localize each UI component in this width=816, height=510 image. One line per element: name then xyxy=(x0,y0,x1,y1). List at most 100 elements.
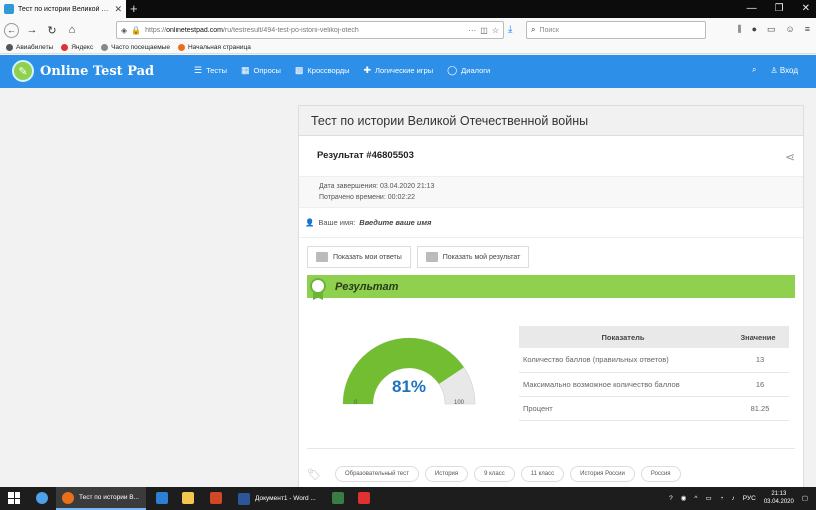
medal-icon xyxy=(310,278,326,300)
checklist-icon: ☰ xyxy=(194,65,203,75)
row-label: Процент xyxy=(519,396,727,421)
volume-icon[interactable]: ♪ xyxy=(732,495,735,502)
result-section-bar: Результат xyxy=(307,275,795,300)
extension-icon[interactable]: ● xyxy=(752,24,757,35)
taskbar-app-firefox[interactable]: Тест по истории В... xyxy=(56,487,146,510)
tag-list: 🏷 Образовательный тест История 9 класс 1… xyxy=(307,466,681,482)
page-actions-icon[interactable]: ··· xyxy=(468,26,476,35)
battery-icon[interactable]: ▭ xyxy=(705,494,711,502)
account-icon[interactable]: ☺ xyxy=(786,24,795,35)
reload-icon[interactable]: ↻ xyxy=(45,23,59,37)
search-placeholder: Поиск xyxy=(539,26,559,34)
word-icon xyxy=(238,492,250,505)
pocket-icon[interactable]: ◫ xyxy=(480,26,488,35)
yandex-icon xyxy=(61,44,69,51)
download-icon[interactable]: ⤓ xyxy=(508,24,512,35)
folder-icon[interactable] xyxy=(182,492,194,504)
clock-date: 03.04.2020 xyxy=(763,499,794,505)
powerpoint-icon[interactable] xyxy=(210,492,222,504)
menu-item-dialogs[interactable]: ◯ Диалоги xyxy=(447,65,490,76)
shield-icon: ◈ xyxy=(121,25,128,35)
url-bar[interactable]: ◈ 🔒 https://onlinetestpad.com/ru/testres… xyxy=(116,21,504,39)
site-search-icon[interactable]: ⌕ xyxy=(752,65,756,75)
bookmark-star-icon[interactable]: ☆ xyxy=(492,26,499,35)
maximize-icon[interactable]: ❐ xyxy=(775,0,784,18)
close-window-icon[interactable]: ✕ xyxy=(802,0,810,18)
search-icon[interactable] xyxy=(36,492,48,504)
tag-item[interactable]: 11 класс xyxy=(520,466,565,482)
row-value: 81.25 xyxy=(727,396,789,421)
chat-icon: ◯ xyxy=(447,65,458,75)
menu-item-logic-games[interactable]: ✚ Логические игры xyxy=(363,65,433,76)
close-tab-icon[interactable]: ✕ xyxy=(114,4,122,15)
bookmark-item[interactable]: Авиабилеты xyxy=(6,44,53,51)
divider xyxy=(307,448,795,449)
show-hidden-icons[interactable]: ^ xyxy=(694,495,697,502)
tag-item[interactable]: Образовательный тест xyxy=(334,466,419,482)
share-icon[interactable]: ⋖ xyxy=(785,150,795,164)
bookmark-item[interactable]: Яндекс xyxy=(61,44,93,51)
table-row: Количество баллов (правильных ответов) 1… xyxy=(519,348,789,373)
time-spent-row: Потрачено времени: 00:02:22 xyxy=(319,194,415,201)
score-gauge: 81% xyxy=(342,337,476,405)
new-tab-icon[interactable]: + xyxy=(130,1,138,16)
home-icon[interactable]: ⌂ xyxy=(65,23,79,37)
result-heading: Результат xyxy=(335,280,399,293)
back-icon[interactable]: ← xyxy=(4,22,19,38)
comment-icon xyxy=(316,252,328,262)
tray-app-icon[interactable]: ◉ xyxy=(681,494,687,502)
gauge-max-label: 100 xyxy=(454,400,465,406)
user-name-field[interactable]: Введите ваше имя xyxy=(359,218,431,227)
network-icon[interactable]: ◔ xyxy=(720,495,724,502)
finish-date-row: Дата завершения: 03.04.2020 21:13 xyxy=(319,183,435,190)
window-controls: — ❐ ✕ xyxy=(747,0,810,18)
yandex-icon[interactable] xyxy=(358,492,370,504)
windows-start-icon[interactable] xyxy=(8,492,20,504)
site-header: ✎ Online Test Pad ☰ Тесты ▦ Опросы ▩ Кроссв… xyxy=(0,55,816,88)
show-result-button[interactable]: Показать мой результат xyxy=(416,246,530,268)
menu-item-crosswords[interactable]: ▩ Кроссворды xyxy=(295,65,350,76)
tag-item[interactable]: История России xyxy=(570,466,635,482)
help-icon[interactable]: ? xyxy=(669,495,673,502)
browser-tab[interactable]: Тест по истории Великой Оте ✕ xyxy=(0,0,126,18)
row-label: Максимально возможное количество баллов xyxy=(519,372,727,397)
menu-item-tests[interactable]: ☰ Тесты xyxy=(194,65,227,76)
globe-icon xyxy=(6,44,13,51)
browser-toolbar: ⫼ ● ▭ ☺ ≡ xyxy=(737,24,810,35)
app-icon[interactable] xyxy=(332,492,344,504)
forward-icon[interactable]: → xyxy=(25,23,39,37)
sidebar-icon[interactable]: ▭ xyxy=(767,24,776,35)
clock[interactable]: 21:13 03.04.2020 xyxy=(764,490,794,506)
clock-time: 21:13 xyxy=(771,491,787,497)
site-favicon-icon xyxy=(4,4,14,14)
tag-item[interactable]: Россия xyxy=(640,466,681,482)
url-text[interactable]: https://onlinetestpad.com/ru/testresult/… xyxy=(145,27,464,34)
menu-item-surveys[interactable]: ▦ Опросы xyxy=(241,65,281,76)
bookmark-item[interactable]: Начальная страница xyxy=(177,44,251,51)
tag-item[interactable]: 9 класс xyxy=(474,466,515,482)
table-row: Процент 81.25 xyxy=(519,396,789,421)
taskbar: Тест по истории В... Документ1 - Word ..… xyxy=(0,487,816,510)
notifications-icon[interactable]: ▢ xyxy=(802,494,808,502)
gauge-percent: 81% xyxy=(392,377,426,396)
gear-icon xyxy=(101,44,109,51)
language-indicator[interactable]: РУС xyxy=(743,495,756,502)
taskbar-app-word[interactable]: Документ1 - Word ... xyxy=(232,487,324,510)
row-value: 13 xyxy=(727,348,789,373)
show-answers-button[interactable]: Показать мои ответы xyxy=(307,246,411,268)
bookmark-item[interactable]: Часто посещаемые xyxy=(101,44,170,51)
mail-icon[interactable] xyxy=(156,492,168,504)
result-header: Результат #46805503 ⋖ xyxy=(299,136,803,176)
lock-icon: 🔒 xyxy=(131,25,142,35)
library-icon[interactable]: ⫼ xyxy=(737,24,741,35)
minimize-icon[interactable]: — xyxy=(747,0,757,18)
menu-icon[interactable]: ≡ xyxy=(805,24,810,35)
result-number: Результат #46805503 xyxy=(317,150,414,161)
tag-item[interactable]: История xyxy=(424,466,469,482)
login-link[interactable]: ♙ Вход xyxy=(770,66,798,75)
chart-icon: ▦ xyxy=(241,65,250,75)
site-logo[interactable]: ✎ Online Test Pad xyxy=(12,60,154,82)
search-bar[interactable]: ⌕ Поиск xyxy=(526,21,706,39)
browser-tab-bar: Тест по истории Великой Оте ✕ + — ❐ ✕ xyxy=(0,0,816,18)
tag-icon: 🏷 xyxy=(307,468,321,481)
